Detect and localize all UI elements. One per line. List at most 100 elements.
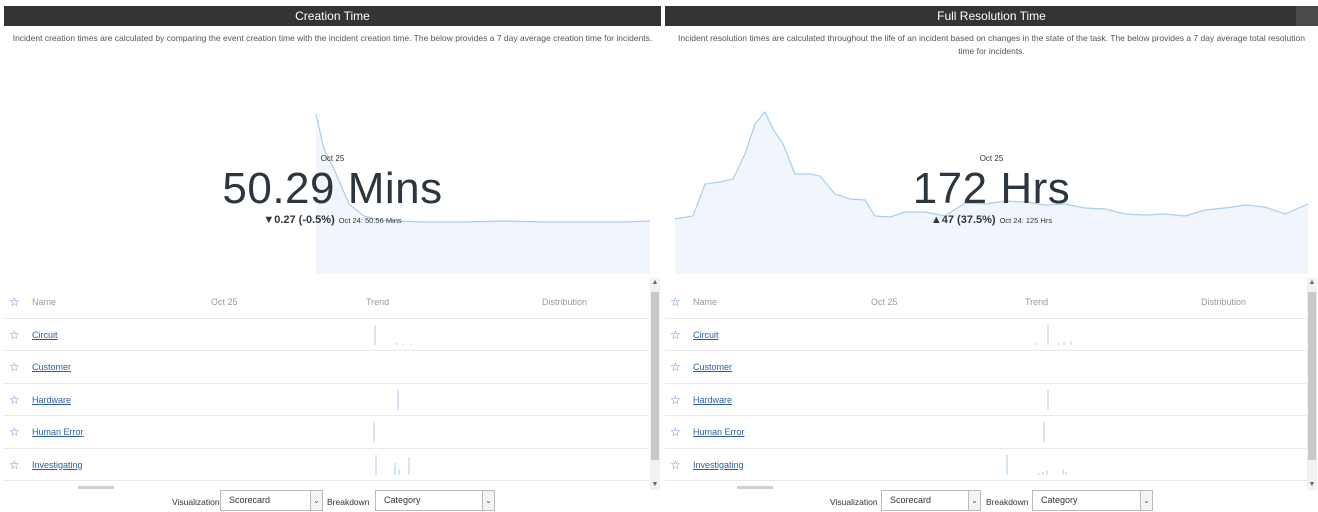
table-row: ☆ Customer	[4, 351, 649, 384]
table-scrollbar[interactable]: ▲ ▼	[1307, 278, 1317, 490]
trend-down-icon: ▼	[263, 214, 275, 226]
widget-header: Creation Time	[4, 6, 661, 26]
widget-description: Incident creation times are calculated b…	[12, 33, 653, 43]
scroll-down-icon[interactable]: ▼	[650, 480, 660, 490]
visualization-label: Visualization	[830, 497, 878, 507]
row-link[interactable]: Customer	[693, 362, 732, 372]
scroll-up-icon[interactable]: ▲	[650, 278, 660, 288]
visualization-value: Scorecard	[229, 495, 271, 505]
trend-sparkline	[373, 422, 375, 442]
score-date: Oct 25	[320, 154, 345, 163]
table-row: ☆ Investigating	[665, 449, 1307, 481]
star-icon[interactable]: ☆	[9, 360, 20, 374]
scroll-thumb[interactable]	[651, 292, 659, 460]
horizontal-scroll-thumb[interactable]	[737, 486, 773, 489]
change-text: 47 (37.5%)	[941, 214, 996, 226]
row-link[interactable]: Customer	[32, 362, 71, 372]
scroll-up-icon[interactable]: ▲	[1307, 278, 1317, 288]
star-icon[interactable]: ☆	[9, 393, 20, 407]
horizontal-scroll-thumb[interactable]	[78, 486, 114, 489]
trend-sparkline	[1047, 389, 1049, 410]
table-row: ☆ Circuit	[4, 319, 649, 351]
visualization-select[interactable]: Scorecard ⌄	[220, 490, 323, 511]
table-header-row: ☆ Name Oct 25 Trend Distribution	[665, 286, 1307, 319]
full-resolution-time-widget: Full Resolution Time Incident resolution…	[665, 6, 1318, 512]
scroll-down-icon[interactable]: ▼	[1307, 480, 1317, 490]
trend-sparkline	[1035, 324, 1072, 345]
visualization-value: Scorecard	[890, 495, 932, 505]
chevron-down-icon[interactable]: ⌄	[1140, 491, 1152, 510]
widget-header: Full Resolution Time	[665, 6, 1318, 26]
trend-sparkline	[397, 389, 399, 410]
header-menu-button[interactable]	[1296, 6, 1318, 26]
table-row: ☆ Hardware	[665, 384, 1307, 416]
row-link[interactable]: Circuit	[693, 330, 719, 340]
row-link[interactable]: Investigating	[32, 460, 83, 470]
chevron-down-icon[interactable]: ⌄	[310, 491, 322, 510]
scroll-thumb[interactable]	[1308, 292, 1316, 460]
row-link[interactable]: Circuit	[32, 330, 58, 340]
star-icon[interactable]: ☆	[670, 393, 681, 407]
breakdown-label: Breakdown	[327, 497, 370, 507]
score-value: 50.29 Mins	[222, 164, 443, 213]
breakdown-select[interactable]: Category ⌄	[375, 490, 495, 511]
widget-description: Incident resolution times are calculated…	[678, 33, 1305, 56]
breakdown-value: Category	[1041, 495, 1078, 505]
scorecard[interactable]: Oct 25 50.29 Mins ▼0.27 (-0.5%) Oct 24: 5…	[4, 74, 661, 274]
col-date-header[interactable]: Oct 25	[871, 297, 898, 307]
star-icon[interactable]: ☆	[670, 458, 681, 472]
star-icon[interactable]: ☆	[9, 295, 20, 309]
table-row: ☆ Hardware	[4, 384, 649, 416]
previous-value: Oct 24: 125 Hrs	[999, 216, 1053, 225]
col-name-header[interactable]: Name	[693, 297, 717, 307]
breakdown-select[interactable]: Category ⌄	[1032, 490, 1153, 511]
star-icon[interactable]: ☆	[9, 328, 20, 342]
star-icon[interactable]: ☆	[670, 295, 681, 309]
score-date: Oct 25	[979, 154, 1004, 163]
star-icon[interactable]: ☆	[670, 360, 681, 374]
creation-time-widget: Creation Time Incident creation times ar…	[4, 6, 661, 512]
col-name-header[interactable]: Name	[32, 297, 56, 307]
breakdown-table: ☆ Name Oct 25 Trend Distribution ☆ Circu…	[4, 286, 649, 490]
trend-sparkline	[1006, 454, 1067, 475]
widget-controls: Visualization Scorecard ⌄ Breakdown Cate…	[4, 490, 661, 512]
trend-sparkline	[1043, 422, 1045, 442]
col-distribution-header: Distribution	[1201, 297, 1247, 307]
star-icon[interactable]: ☆	[670, 328, 681, 342]
table-row: ☆ Human Error	[665, 416, 1307, 449]
row-link[interactable]: Hardware	[693, 395, 732, 405]
table-row: ☆ Customer	[665, 351, 1307, 384]
previous-value: Oct 24: 50.56 Mins	[338, 216, 402, 225]
col-distribution-header: Distribution	[542, 297, 588, 307]
scorecard[interactable]: Oct 25 172 Hrs ▲47 (37.5%) Oct 24: 125 Hr…	[665, 74, 1318, 274]
widget-title: Creation Time	[295, 9, 370, 23]
table-row: ☆ Investigating	[4, 449, 649, 481]
breakdown-value: Category	[384, 495, 421, 505]
chevron-down-icon[interactable]: ⌄	[482, 491, 494, 510]
row-link[interactable]: Human Error	[32, 427, 84, 437]
score-change: ▼0.27 (-0.5%) Oct 24: 50.56 Mins	[4, 214, 661, 226]
change-text: 0.27 (-0.5%)	[274, 214, 335, 226]
widget-controls: Visualization Scorecard ⌄ Breakdown Cate…	[665, 490, 1318, 512]
table-row: ☆ Circuit	[665, 319, 1307, 351]
col-date-header[interactable]: Oct 25	[211, 297, 238, 307]
row-link[interactable]: Investigating	[693, 460, 744, 470]
col-trend-header: Trend	[366, 297, 390, 307]
table-row: ☆ Human Error	[4, 416, 649, 449]
visualization-select[interactable]: Scorecard ⌄	[881, 490, 981, 511]
star-icon[interactable]: ☆	[670, 425, 681, 439]
row-link[interactable]: Hardware	[32, 395, 71, 405]
breakdown-label: Breakdown	[986, 497, 1029, 507]
visualization-label: Visualization	[172, 497, 220, 507]
table-scrollbar[interactable]: ▲ ▼	[650, 278, 660, 490]
score-value: 172 Hrs	[912, 164, 1071, 213]
star-icon[interactable]: ☆	[9, 458, 20, 472]
table-header-row: ☆ Name Oct 25 Trend Distribution	[4, 286, 649, 319]
row-link[interactable]: Human Error	[693, 427, 745, 437]
trend-up-icon: ▲	[930, 214, 942, 226]
widget-title: Full Resolution Time	[937, 9, 1046, 23]
star-icon[interactable]: ☆	[9, 425, 20, 439]
col-trend-header: Trend	[1025, 297, 1049, 307]
breakdown-table: ☆ Name Oct 25 Trend Distribution ☆ Circu…	[665, 286, 1307, 490]
chevron-down-icon[interactable]: ⌄	[968, 491, 980, 510]
